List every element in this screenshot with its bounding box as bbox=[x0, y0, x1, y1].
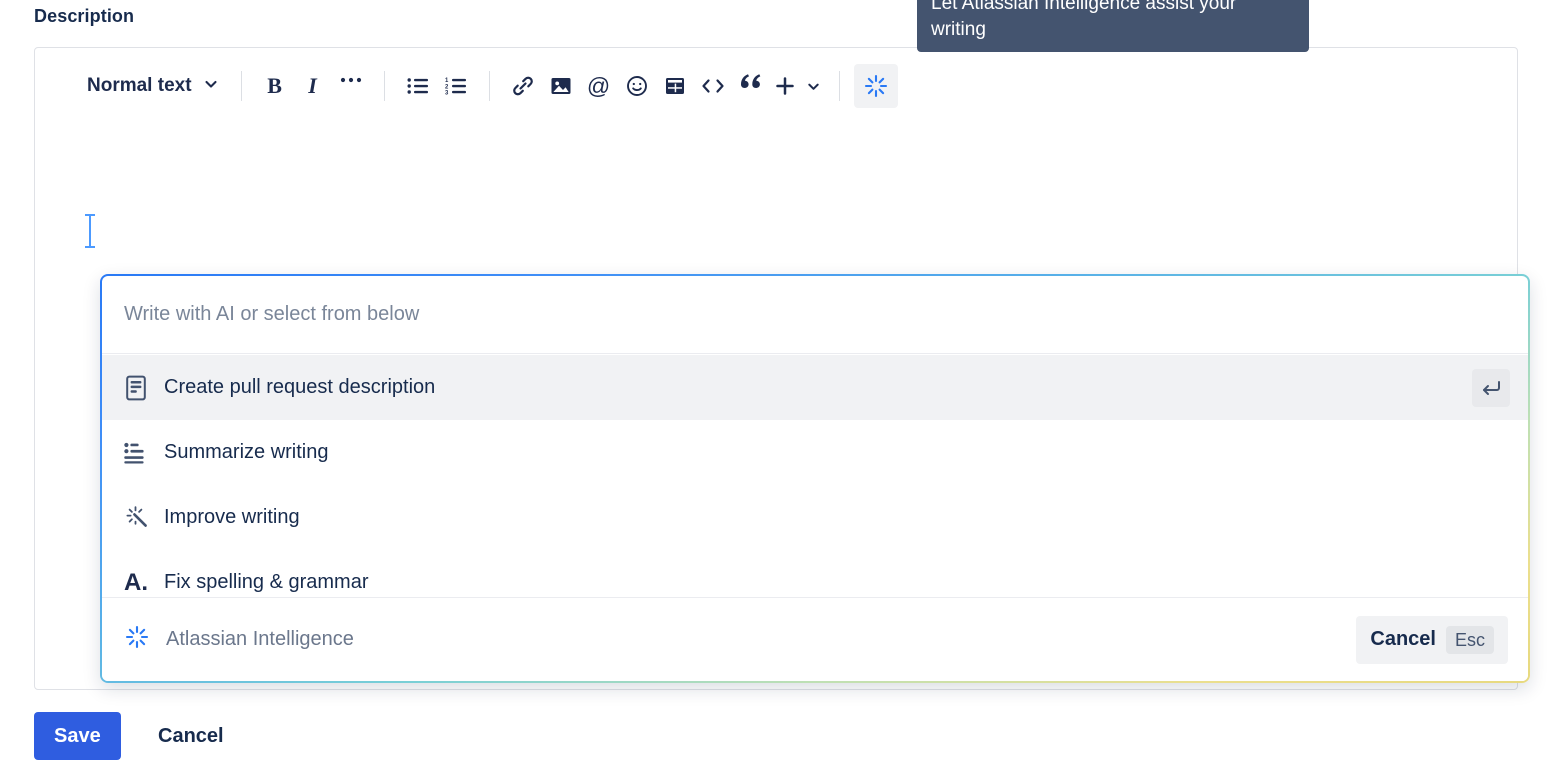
italic-button[interactable]: I bbox=[294, 67, 332, 105]
ai-option-improve-writing[interactable]: Improve writing bbox=[102, 485, 1528, 550]
save-button[interactable]: Save bbox=[34, 712, 121, 760]
editor-toolbar: Normal text B I 1 2 3 @ bbox=[35, 48, 1517, 124]
toolbar-separator bbox=[383, 71, 385, 101]
document-icon bbox=[124, 375, 164, 401]
image-button[interactable] bbox=[542, 67, 580, 105]
ai-command-panel: Create pull request description bbox=[100, 274, 1530, 683]
toolbar-separator bbox=[488, 71, 490, 101]
atlassian-intelligence-icon bbox=[124, 624, 150, 655]
summarize-icon bbox=[124, 442, 164, 464]
mention-button[interactable]: @ bbox=[580, 67, 618, 105]
svg-text:2: 2 bbox=[445, 84, 449, 90]
code-button[interactable] bbox=[694, 67, 732, 105]
ai-options-list: Create pull request description Summariz… bbox=[102, 355, 1528, 597]
enter-key-icon bbox=[1472, 368, 1510, 407]
ai-option-summarize-writing[interactable]: Summarize writing bbox=[102, 420, 1528, 485]
ai-option-fix-spelling-grammar[interactable]: A. Fix spelling & grammar bbox=[102, 550, 1528, 597]
ai-cancel-label: Cancel bbox=[1370, 628, 1436, 650]
block-type-dropdown[interactable]: Normal text bbox=[79, 67, 227, 105]
ai-option-label: Fix spelling & grammar bbox=[164, 571, 369, 593]
more-formatting-button[interactable] bbox=[332, 67, 370, 105]
ai-option-label: Improve writing bbox=[164, 506, 300, 528]
cancel-button[interactable]: Cancel bbox=[148, 712, 234, 760]
insert-more-button[interactable] bbox=[770, 67, 825, 105]
svg-text:1: 1 bbox=[445, 78, 449, 84]
ai-prompt-row bbox=[102, 276, 1528, 354]
text-caret bbox=[85, 214, 95, 248]
ai-option-create-pull-request-description[interactable]: Create pull request description bbox=[102, 355, 1528, 420]
description-editor-screen: Description Normal text B I 1 2 3 @ Writ… bbox=[0, 0, 1560, 760]
spellcheck-icon: A. bbox=[124, 568, 164, 596]
ai-panel-footer: Atlassian Intelligence Cancel Esc bbox=[102, 597, 1528, 681]
ai-cancel-button[interactable]: Cancel Esc bbox=[1356, 615, 1508, 664]
bold-button[interactable]: B bbox=[256, 67, 294, 105]
chevron-down-icon bbox=[203, 76, 219, 97]
chevron-down-icon bbox=[806, 79, 821, 94]
page-title: Description bbox=[34, 6, 135, 26]
spellcheck-letter: A. bbox=[124, 568, 148, 596]
svg-text:3: 3 bbox=[445, 90, 449, 95]
block-type-label: Normal text bbox=[87, 75, 192, 96]
rich-text-editor: Normal text B I 1 2 3 @ Write with AI or… bbox=[34, 47, 1530, 690]
esc-key-chip: Esc bbox=[1445, 625, 1494, 654]
ai-option-label: Summarize writing bbox=[164, 441, 329, 463]
atlassian-intelligence-button[interactable] bbox=[853, 64, 898, 108]
toolbar-separator bbox=[838, 71, 840, 101]
quote-button[interactable] bbox=[732, 67, 770, 105]
emoji-button[interactable] bbox=[618, 67, 656, 105]
ai-option-label: Create pull request description bbox=[164, 376, 436, 398]
numbered-list-button[interactable]: 1 2 3 bbox=[437, 67, 475, 105]
ai-button-tooltip: Let Atlassian Intelligence assist your w… bbox=[917, 0, 1309, 53]
ai-prompt-input[interactable] bbox=[124, 303, 1388, 326]
toolbar-separator bbox=[240, 71, 242, 101]
atlassian-intelligence-label: Atlassian Intelligence bbox=[166, 628, 354, 650]
link-button[interactable] bbox=[504, 67, 542, 105]
atlassian-intelligence-brand: Atlassian Intelligence bbox=[124, 624, 354, 655]
sparkle-wand-icon bbox=[124, 504, 164, 531]
table-button[interactable] bbox=[656, 67, 694, 105]
bulleted-list-button[interactable] bbox=[399, 67, 437, 105]
